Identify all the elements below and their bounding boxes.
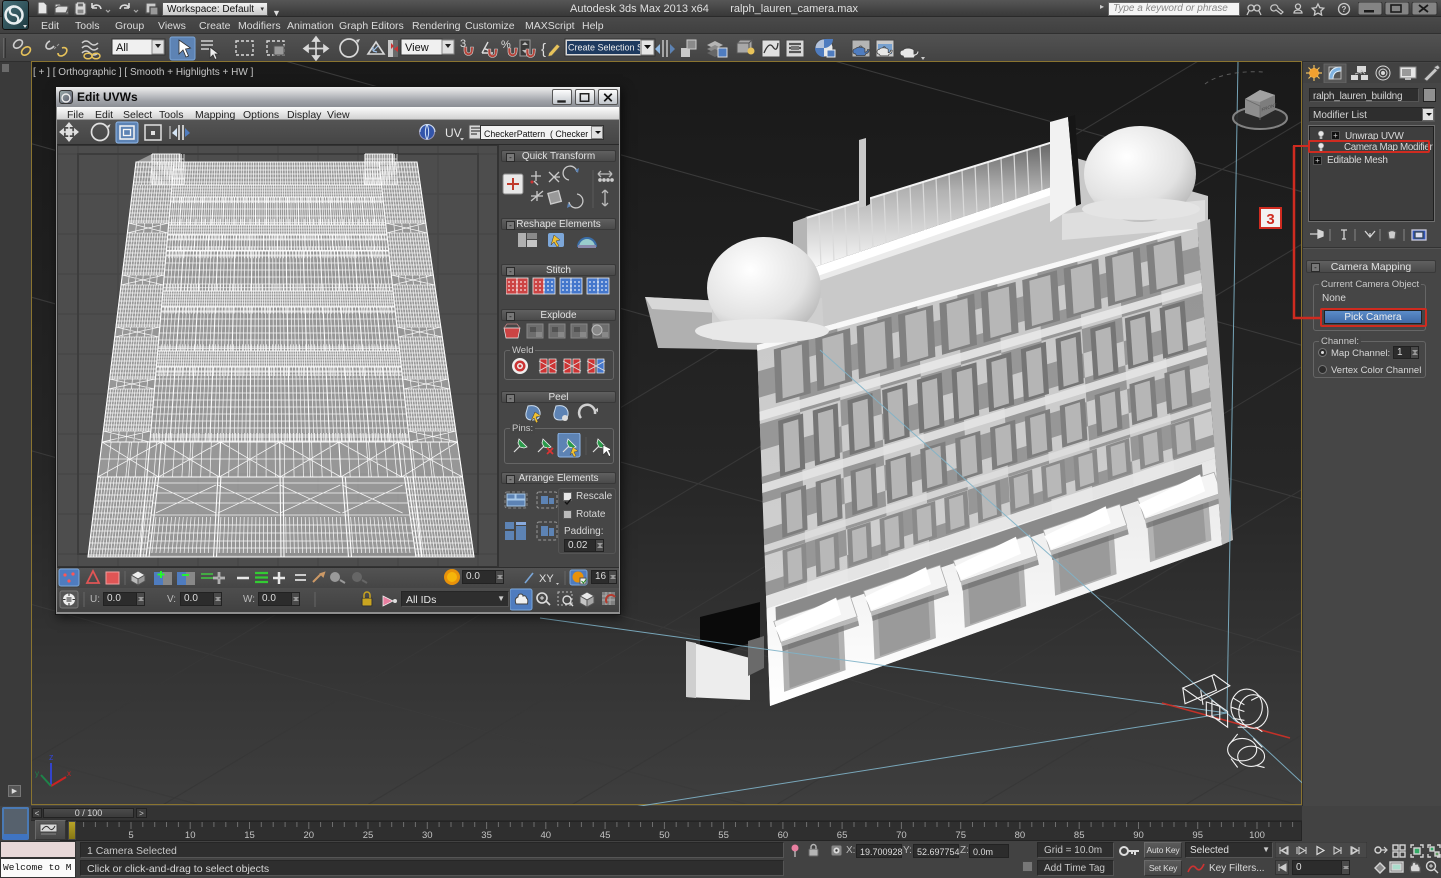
svg-text:35: 35	[481, 830, 492, 841]
svg-text:75: 75	[955, 830, 966, 841]
svg-text:Create Selection Se: Create Selection Se	[568, 43, 648, 53]
svg-text:45: 45	[600, 830, 611, 841]
svg-text:25: 25	[363, 830, 374, 841]
svg-text:z: z	[49, 752, 54, 762]
svg-text:?: ?	[1342, 5, 1347, 14]
svg-text:20: 20	[304, 830, 315, 841]
svg-text:70: 70	[896, 830, 907, 841]
svg-text:{: {	[541, 41, 546, 58]
svg-text:UV: UV	[445, 126, 462, 140]
svg-text:60: 60	[778, 830, 789, 841]
svg-text:5: 5	[128, 830, 133, 841]
svg-text:All: All	[116, 42, 128, 54]
svg-text:65: 65	[837, 830, 848, 841]
svg-text:15: 15	[244, 830, 255, 841]
svg-text:40: 40	[541, 830, 552, 841]
svg-text:10: 10	[185, 830, 196, 841]
svg-text:y: y	[35, 769, 39, 778]
svg-text:View: View	[405, 42, 429, 54]
svg-text:90: 90	[1133, 830, 1144, 841]
svg-text:100: 100	[1249, 830, 1265, 841]
svg-text:x: x	[67, 769, 71, 778]
svg-text:55: 55	[718, 830, 729, 841]
svg-text:80: 80	[1015, 830, 1026, 841]
svg-text:XY: XY	[539, 573, 554, 585]
svg-text:95: 95	[1192, 830, 1203, 841]
svg-text:30: 30	[422, 830, 433, 841]
svg-text:50: 50	[659, 830, 670, 841]
svg-text:85: 85	[1074, 830, 1085, 841]
